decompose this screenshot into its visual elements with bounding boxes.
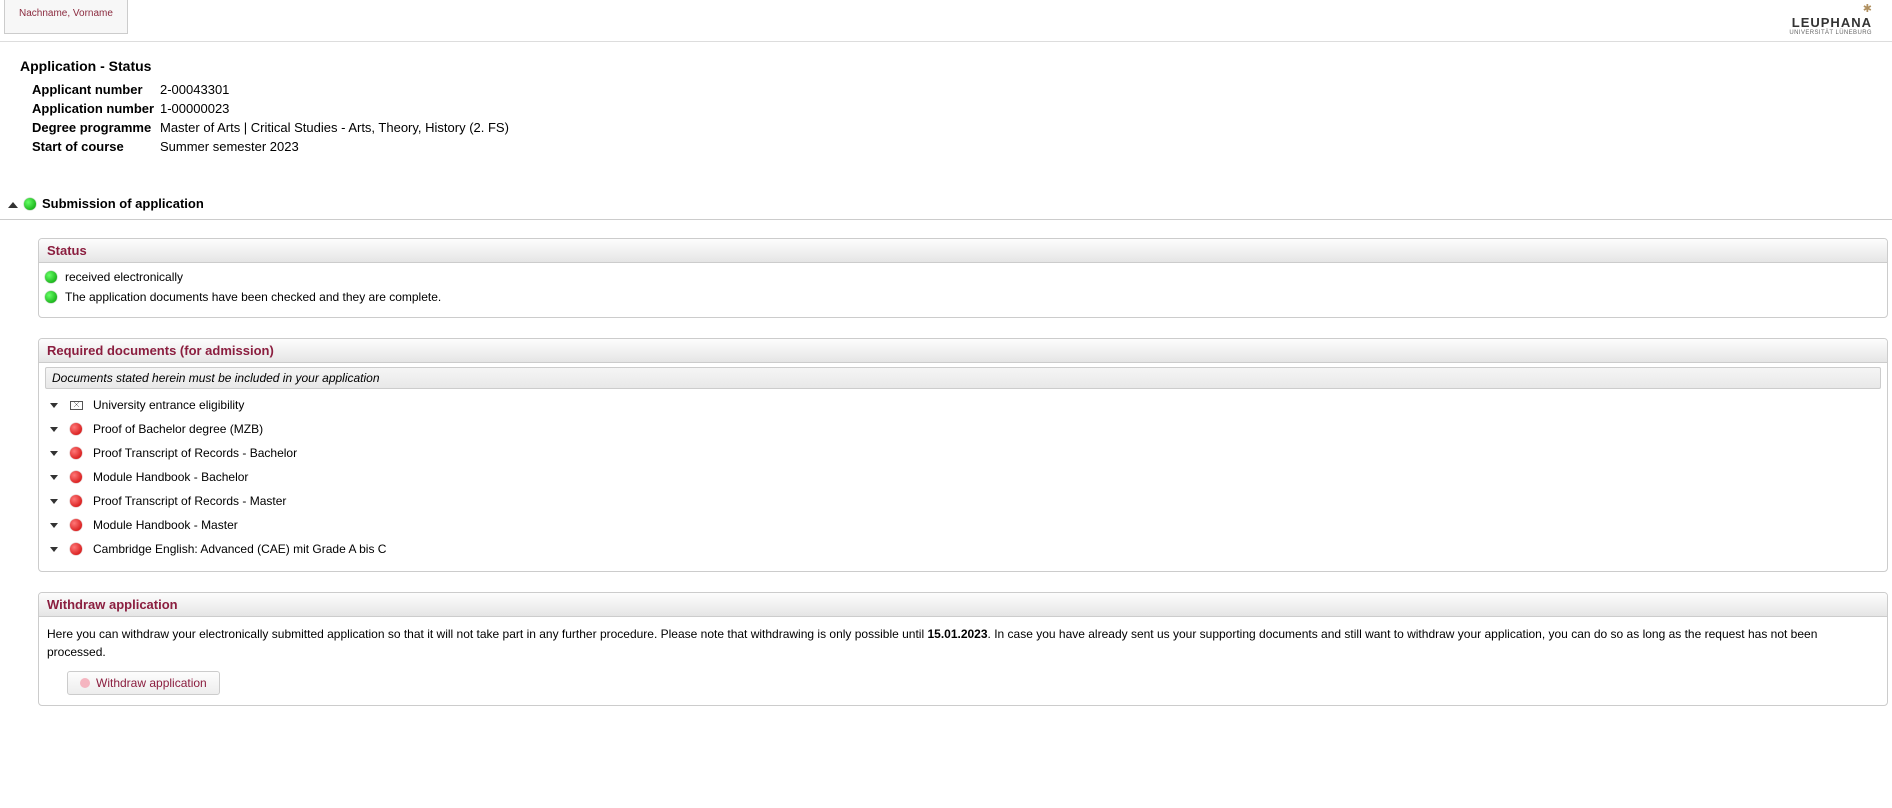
document-label: Module Handbook - Bachelor xyxy=(93,470,248,484)
status-dot-red-icon xyxy=(69,447,83,459)
status-dot-red-icon xyxy=(69,495,83,507)
status-panel: Status received electronically The applic… xyxy=(38,238,1888,318)
withdraw-panel-header: Withdraw application xyxy=(39,593,1887,617)
status-dot-red-icon xyxy=(69,519,83,531)
submission-section-header[interactable]: Submission of application xyxy=(0,196,1892,211)
document-row[interactable]: Proof Transcript of Records - Bachelor xyxy=(45,441,1881,465)
logo-subtext: UNIVERSITÄT LÜNEBURG xyxy=(1789,30,1872,36)
application-number-label: Application number xyxy=(32,99,160,118)
chevron-down-icon[interactable] xyxy=(49,547,59,552)
application-number-value: 1-00000023 xyxy=(160,99,229,118)
status-line: The application documents have been chec… xyxy=(45,287,1881,307)
logo: ✱ LEUPHANA UNIVERSITÄT LÜNEBURG xyxy=(1789,0,1892,36)
status-dot-green-icon xyxy=(45,271,57,283)
chevron-up-icon xyxy=(8,197,18,211)
chevron-down-icon[interactable] xyxy=(49,475,59,480)
application-info: Applicant number 2-00043301 Application … xyxy=(32,80,1892,156)
documents-subheader: Documents stated herein must be included… xyxy=(45,367,1881,389)
document-row[interactable]: Proof Transcript of Records - Master xyxy=(45,489,1881,513)
document-row[interactable]: Proof of Bachelor degree (MZB) xyxy=(45,417,1881,441)
section-divider xyxy=(0,219,1892,220)
withdraw-panel: Withdraw application Here you can withdr… xyxy=(38,592,1888,706)
document-label: Proof of Bachelor degree (MZB) xyxy=(93,422,263,436)
document-label: Proof Transcript of Records - Bachelor xyxy=(93,446,297,460)
document-label: Cambridge English: Advanced (CAE) mit Gr… xyxy=(93,542,386,556)
page-title: Application - Status xyxy=(20,58,1892,74)
chevron-down-icon[interactable] xyxy=(49,523,59,528)
status-dot-red-icon xyxy=(69,471,83,483)
degree-programme-value: Master of Arts | Critical Studies - Arts… xyxy=(160,118,509,137)
document-row[interactable]: Cambridge English: Advanced (CAE) mit Gr… xyxy=(45,537,1881,561)
logo-symbol-icon: ✱ xyxy=(1789,4,1872,15)
start-of-course-value: Summer semester 2023 xyxy=(160,137,299,156)
submission-section-title: Submission of application xyxy=(42,196,204,211)
status-dot-red-icon xyxy=(69,423,83,435)
document-label: Module Handbook - Master xyxy=(93,518,238,532)
start-of-course-label: Start of course xyxy=(32,137,160,156)
status-line: received electronically xyxy=(45,267,1881,287)
document-row[interactable]: Module Handbook - Master xyxy=(45,513,1881,537)
status-line-text: received electronically xyxy=(65,270,183,284)
withdraw-application-button[interactable]: Withdraw application xyxy=(67,671,220,695)
status-line-text: The application documents have been chec… xyxy=(65,290,441,304)
degree-programme-label: Degree programme xyxy=(32,118,160,137)
status-dot-green-icon xyxy=(45,291,57,303)
status-panel-header: Status xyxy=(39,239,1887,263)
withdraw-description: Here you can withdraw your electronicall… xyxy=(45,621,1881,671)
chevron-down-icon[interactable] xyxy=(49,427,59,432)
status-dot-green-icon xyxy=(24,198,36,210)
top-bar: Nachname, Vorname ✱ LEUPHANA UNIVERSITÄT… xyxy=(0,0,1892,42)
applicant-number-label: Applicant number xyxy=(32,80,160,99)
document-label: Proof Transcript of Records - Master xyxy=(93,494,286,508)
chevron-down-icon[interactable] xyxy=(49,451,59,456)
withdraw-dot-icon xyxy=(80,678,90,688)
document-row[interactable]: Module Handbook - Bachelor xyxy=(45,465,1881,489)
chevron-down-icon[interactable] xyxy=(49,499,59,504)
applicant-number-value: 2-00043301 xyxy=(160,80,229,99)
withdraw-text-pre: Here you can withdraw your electronicall… xyxy=(47,627,927,641)
chevron-down-icon[interactable] xyxy=(49,403,59,408)
withdraw-button-label: Withdraw application xyxy=(96,676,207,690)
user-tab[interactable]: Nachname, Vorname xyxy=(4,0,128,34)
logo-text: LEUPHANA xyxy=(1789,15,1872,30)
required-documents-header: Required documents (for admission) xyxy=(39,339,1887,363)
status-dot-red-icon xyxy=(69,543,83,555)
envelope-icon xyxy=(69,401,83,410)
required-documents-panel: Required documents (for admission) Docum… xyxy=(38,338,1888,572)
withdraw-deadline: 15.01.2023 xyxy=(927,627,987,641)
document-row[interactable]: University entrance eligibility xyxy=(45,393,1881,417)
document-label: University entrance eligibility xyxy=(93,398,244,412)
